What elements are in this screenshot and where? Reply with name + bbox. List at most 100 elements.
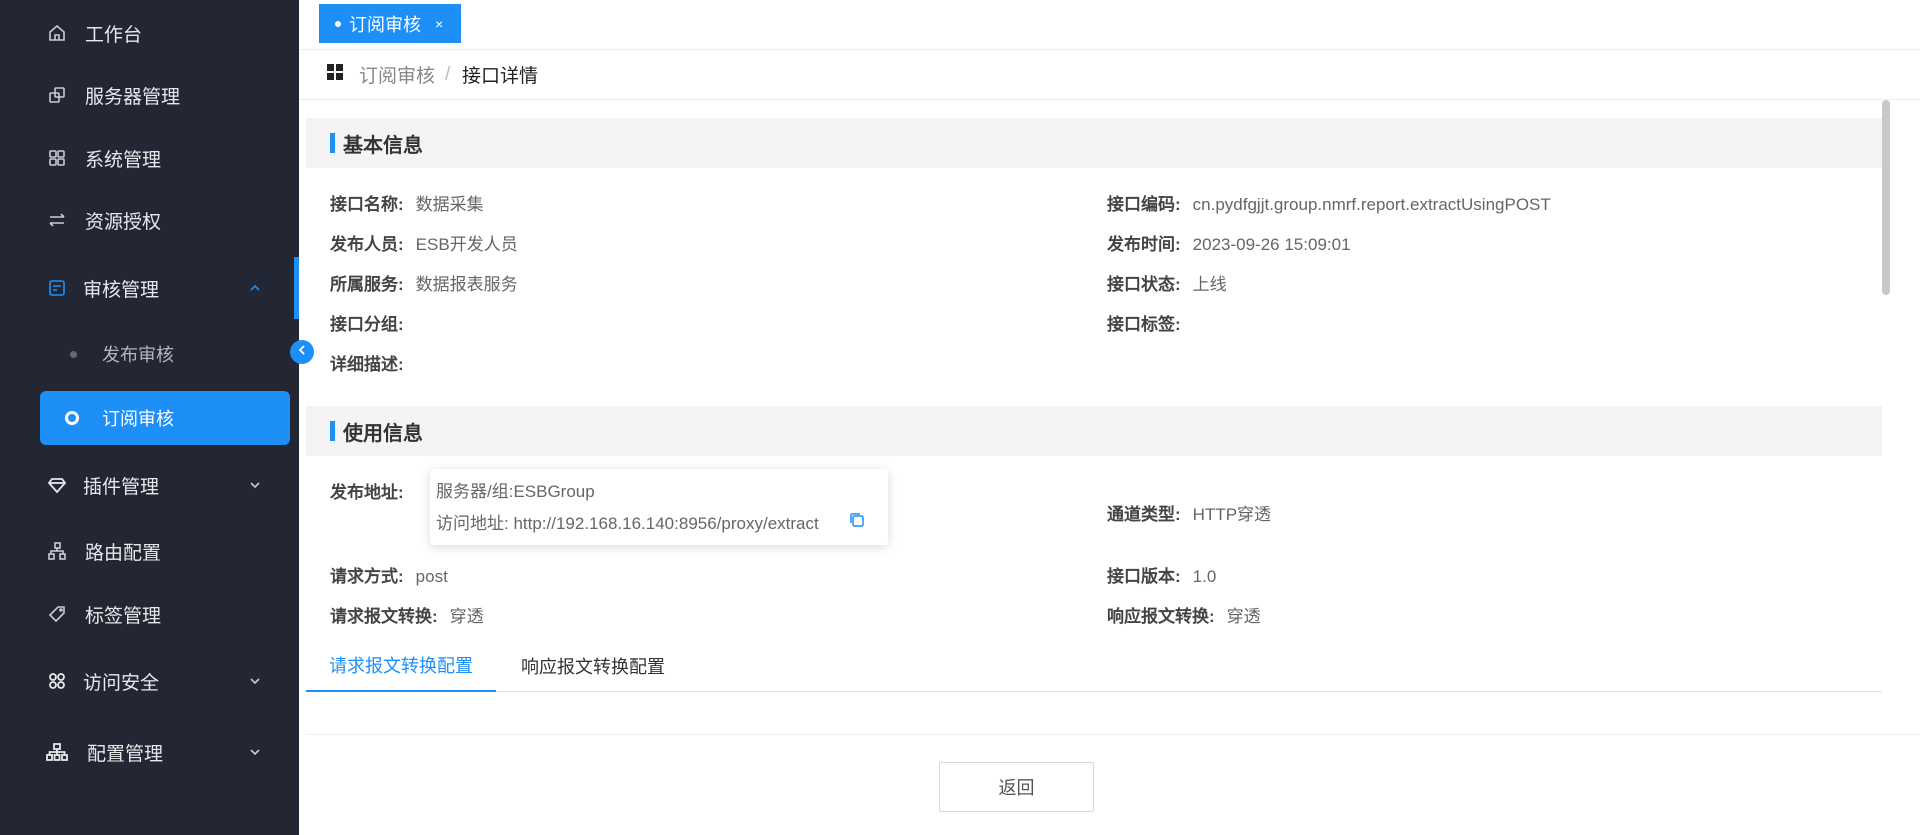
field-group: 接口分组: bbox=[330, 310, 416, 335]
field-label: 所属服务: bbox=[330, 275, 404, 294]
field-description: 详细描述: bbox=[330, 350, 416, 375]
sidebar-item-plugin-management[interactable]: 插件管理 bbox=[0, 460, 299, 510]
field-value: 2023-09-26 15:09:01 bbox=[1192, 235, 1351, 254]
field-response-conversion: 响应报文转换: 穿透 bbox=[1107, 602, 1261, 627]
field-request-conversion: 请求报文转换: 穿透 bbox=[330, 602, 484, 627]
access-url-text: 访问地址: http://192.168.16.140:8956/proxy/e… bbox=[436, 514, 819, 533]
field-service: 所属服务: 数据报表服务 bbox=[330, 270, 518, 295]
chevron-left-icon bbox=[296, 343, 308, 361]
tab-close-button[interactable]: × bbox=[435, 16, 443, 32]
server-icon bbox=[46, 84, 68, 106]
sidebar-item-label: 配置管理 bbox=[87, 743, 164, 765]
field-request-method: 请求方式: post bbox=[330, 562, 448, 587]
tab-response-conversion-config[interactable]: 响应报文转换配置 bbox=[521, 640, 691, 692]
field-value: HTTP穿透 bbox=[1192, 505, 1272, 524]
section-accent-bar bbox=[330, 421, 335, 441]
field-value: 数据采集 bbox=[415, 195, 484, 214]
field-label: 接口名称: bbox=[330, 195, 404, 214]
field-label: 响应报文转换: bbox=[1107, 607, 1215, 626]
tab-subscribe-audit[interactable]: 订阅审核 × bbox=[319, 4, 462, 43]
breadcrumb-current: 接口详情 bbox=[462, 66, 539, 87]
section-title: 使用信息 bbox=[343, 422, 423, 445]
section-header-basic-info: 基本信息 bbox=[306, 118, 1882, 168]
tab-request-conversion-config[interactable]: 请求报文转换配置 bbox=[306, 640, 496, 692]
sidebar-item-label: 资源授权 bbox=[85, 211, 162, 233]
footer-divider bbox=[306, 734, 1920, 735]
sidebar-item-server-management[interactable]: 服务器管理 bbox=[0, 70, 299, 120]
copy-icon[interactable] bbox=[848, 511, 866, 529]
breadcrumb-separator: / bbox=[445, 63, 451, 85]
field-value: post bbox=[415, 567, 448, 586]
field-interface-version: 接口版本: 1.0 bbox=[1107, 562, 1216, 587]
active-ring-icon bbox=[65, 411, 79, 425]
sidebar-item-label: 系统管理 bbox=[85, 149, 162, 171]
apps-grid-icon bbox=[327, 64, 343, 80]
field-label: 请求报文转换: bbox=[330, 607, 438, 626]
field-interface-name: 接口名称: 数据采集 bbox=[330, 190, 484, 215]
field-value: ESB开发人员 bbox=[415, 235, 518, 254]
field-label: 接口分组: bbox=[330, 315, 404, 334]
field-label: 通道类型: bbox=[1107, 505, 1181, 524]
section-accent-bar bbox=[330, 133, 335, 153]
field-label: 请求方式: bbox=[330, 567, 404, 586]
field-publish-address-label: 发布地址: bbox=[330, 478, 416, 503]
sidebar-item-label: 访问安全 bbox=[83, 672, 160, 694]
config-tabs: 请求报文转换配置 响应报文转换配置 bbox=[306, 640, 1882, 692]
field-label: 接口标签: bbox=[1107, 315, 1181, 334]
audit-icon bbox=[46, 277, 68, 299]
grid-icon bbox=[46, 147, 68, 169]
chevron-down-icon bbox=[246, 672, 264, 690]
sidebar-item-label: 审核管理 bbox=[83, 279, 160, 301]
org-icon bbox=[46, 741, 68, 763]
sidebar-subitem-subscribe-audit[interactable]: 订阅审核 bbox=[40, 391, 290, 445]
tab-bar: 订阅审核 × bbox=[299, 0, 1920, 50]
sidebar-item-audit-management[interactable]: 审核管理 bbox=[0, 263, 299, 313]
sidebar-item-config-management[interactable]: 配置管理 bbox=[0, 727, 299, 777]
field-value: 上线 bbox=[1192, 275, 1227, 294]
active-menu-indicator bbox=[294, 257, 299, 319]
chevron-up-icon bbox=[246, 279, 264, 297]
field-tags: 接口标签: bbox=[1107, 310, 1193, 335]
chevron-down-icon bbox=[246, 743, 264, 761]
back-button[interactable]: 返回 bbox=[939, 762, 1094, 812]
tree-icon bbox=[46, 540, 68, 562]
sidebar-collapse-button[interactable] bbox=[290, 340, 314, 364]
field-label: 发布地址: bbox=[330, 483, 404, 502]
field-value: 穿透 bbox=[1226, 607, 1261, 626]
field-label: 详细描述: bbox=[330, 355, 404, 374]
section-title: 基本信息 bbox=[343, 134, 423, 157]
bullet-icon bbox=[70, 350, 77, 358]
chevron-down-icon bbox=[246, 476, 264, 494]
sidebar-item-label: 服务器管理 bbox=[85, 86, 181, 108]
field-value: 1.0 bbox=[1192, 567, 1217, 586]
sidebar-subitem-publish-audit[interactable]: 发布审核 bbox=[40, 327, 290, 381]
field-value: 数据报表服务 bbox=[415, 275, 518, 294]
sidebar-item-system-management[interactable]: 系统管理 bbox=[0, 133, 299, 183]
server-group-text: 服务器/组:ESBGroup bbox=[436, 482, 595, 501]
sidebar-item-resource-auth[interactable]: 资源授权 bbox=[0, 195, 299, 245]
tab-label: 请求报文转换配置 bbox=[329, 656, 473, 676]
sidebar: 工作台 服务器管理 系统管理 资源授权 审核管理 发布审核 订阅审核 插件管理 … bbox=[0, 0, 299, 835]
shield-grid-icon bbox=[46, 670, 68, 692]
field-label: 接口状态: bbox=[1107, 275, 1181, 294]
field-channel-type: 通道类型: HTTP穿透 bbox=[1107, 500, 1271, 525]
sidebar-item-workbench[interactable]: 工作台 bbox=[0, 8, 299, 58]
field-value: cn.pydfgjjt.group.nmrf.report.extractUsi… bbox=[1192, 195, 1551, 214]
sidebar-item-route-config[interactable]: 路由配置 bbox=[0, 526, 299, 576]
sidebar-subitem-label: 发布审核 bbox=[102, 345, 174, 365]
breadcrumb-link-subscribe-audit[interactable]: 订阅审核 bbox=[359, 61, 435, 88]
field-publish-time: 发布时间: 2023-09-26 15:09:01 bbox=[1107, 230, 1351, 255]
field-value: 穿透 bbox=[449, 607, 484, 626]
field-interface-code: 接口编码: cn.pydfgjjt.group.nmrf.report.extra… bbox=[1107, 190, 1551, 215]
sidebar-item-label: 路由配置 bbox=[85, 542, 162, 564]
field-label: 接口编码: bbox=[1107, 195, 1181, 214]
field-label: 发布时间: bbox=[1107, 235, 1181, 254]
sidebar-item-tag-management[interactable]: 标签管理 bbox=[0, 589, 299, 639]
field-label: 接口版本: bbox=[1107, 567, 1181, 586]
section-header-usage-info: 使用信息 bbox=[306, 406, 1882, 456]
tab-label: 订阅审核 bbox=[349, 14, 421, 35]
sidebar-item-access-security[interactable]: 访问安全 bbox=[0, 656, 299, 706]
transfer-icon bbox=[46, 209, 68, 231]
scrollbar[interactable] bbox=[1882, 100, 1890, 295]
field-publisher: 发布人员: ESB开发人员 bbox=[330, 230, 518, 255]
